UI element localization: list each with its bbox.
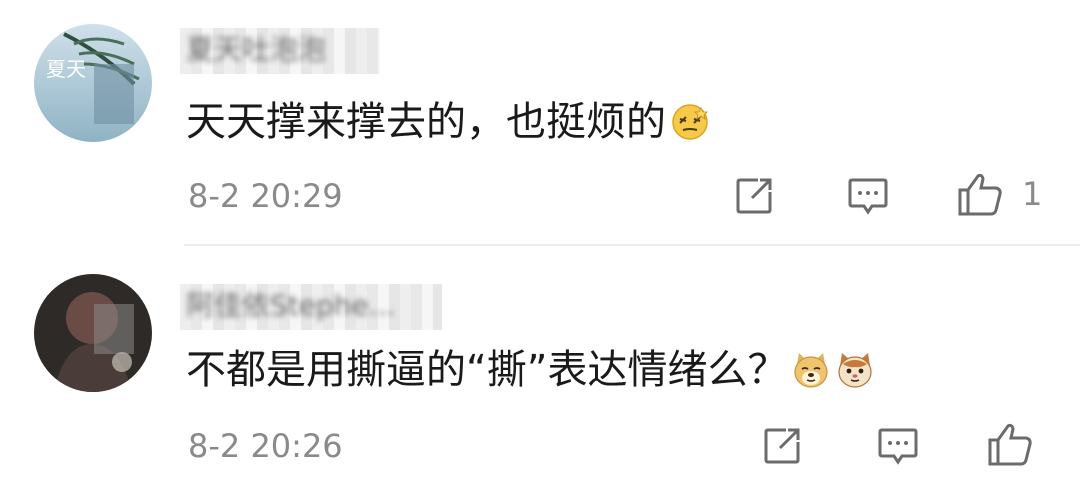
comment-text: 不都是用撕逼的“撕”表达情绪么？ [186,342,875,398]
reply-button[interactable] [846,174,890,218]
comment-item: 阿佳依Stephe... 不都是用撕逼的“撕”表达情绪么？ 8-2 20:26 [0,246,1080,496]
forward-button[interactable] [732,174,776,218]
reply-icon [878,428,918,465]
cat-icon [838,353,873,388]
thumbs-up-icon [988,423,1032,466]
forward-icon [764,428,800,464]
thumbs-up-icon [958,173,1002,216]
comment-body: 天天撑来撑去的，也挺烦的 [186,99,666,145]
avatar-summer-photo: 夏天 [34,24,152,142]
forward-button[interactable] [760,424,804,468]
avatar-person-photo [34,274,152,392]
timestamp: 8-2 20:26 [188,427,343,465]
comment-body: 不都是用撕逼的“撕”表达情绪么？ [186,347,788,393]
reply-button[interactable] [876,424,920,468]
doge-icon [794,353,829,388]
like-count: 1 [1022,175,1043,213]
avatar-text: 夏天 [46,57,86,81]
reply-icon [848,178,888,215]
comment-item: 夏天 夏天吐泡泡 天天撑来撑去的，也挺烦的 8-2 20:29 1 [0,0,1080,246]
like-button[interactable]: 1 [956,170,1042,218]
username[interactable]: 阿佳依Stephe... [186,286,395,326]
timestamp: 8-2 20:29 [188,177,343,215]
avatar[interactable] [34,274,152,392]
forward-icon [736,178,772,214]
username[interactable]: 夏天吐泡泡 [186,30,326,70]
avatar[interactable]: 夏天 [34,24,152,142]
dizzy-face-icon [672,104,708,140]
like-button[interactable] [986,420,1034,468]
comment-text: 天天撑来撑去的，也挺烦的 [186,94,710,150]
